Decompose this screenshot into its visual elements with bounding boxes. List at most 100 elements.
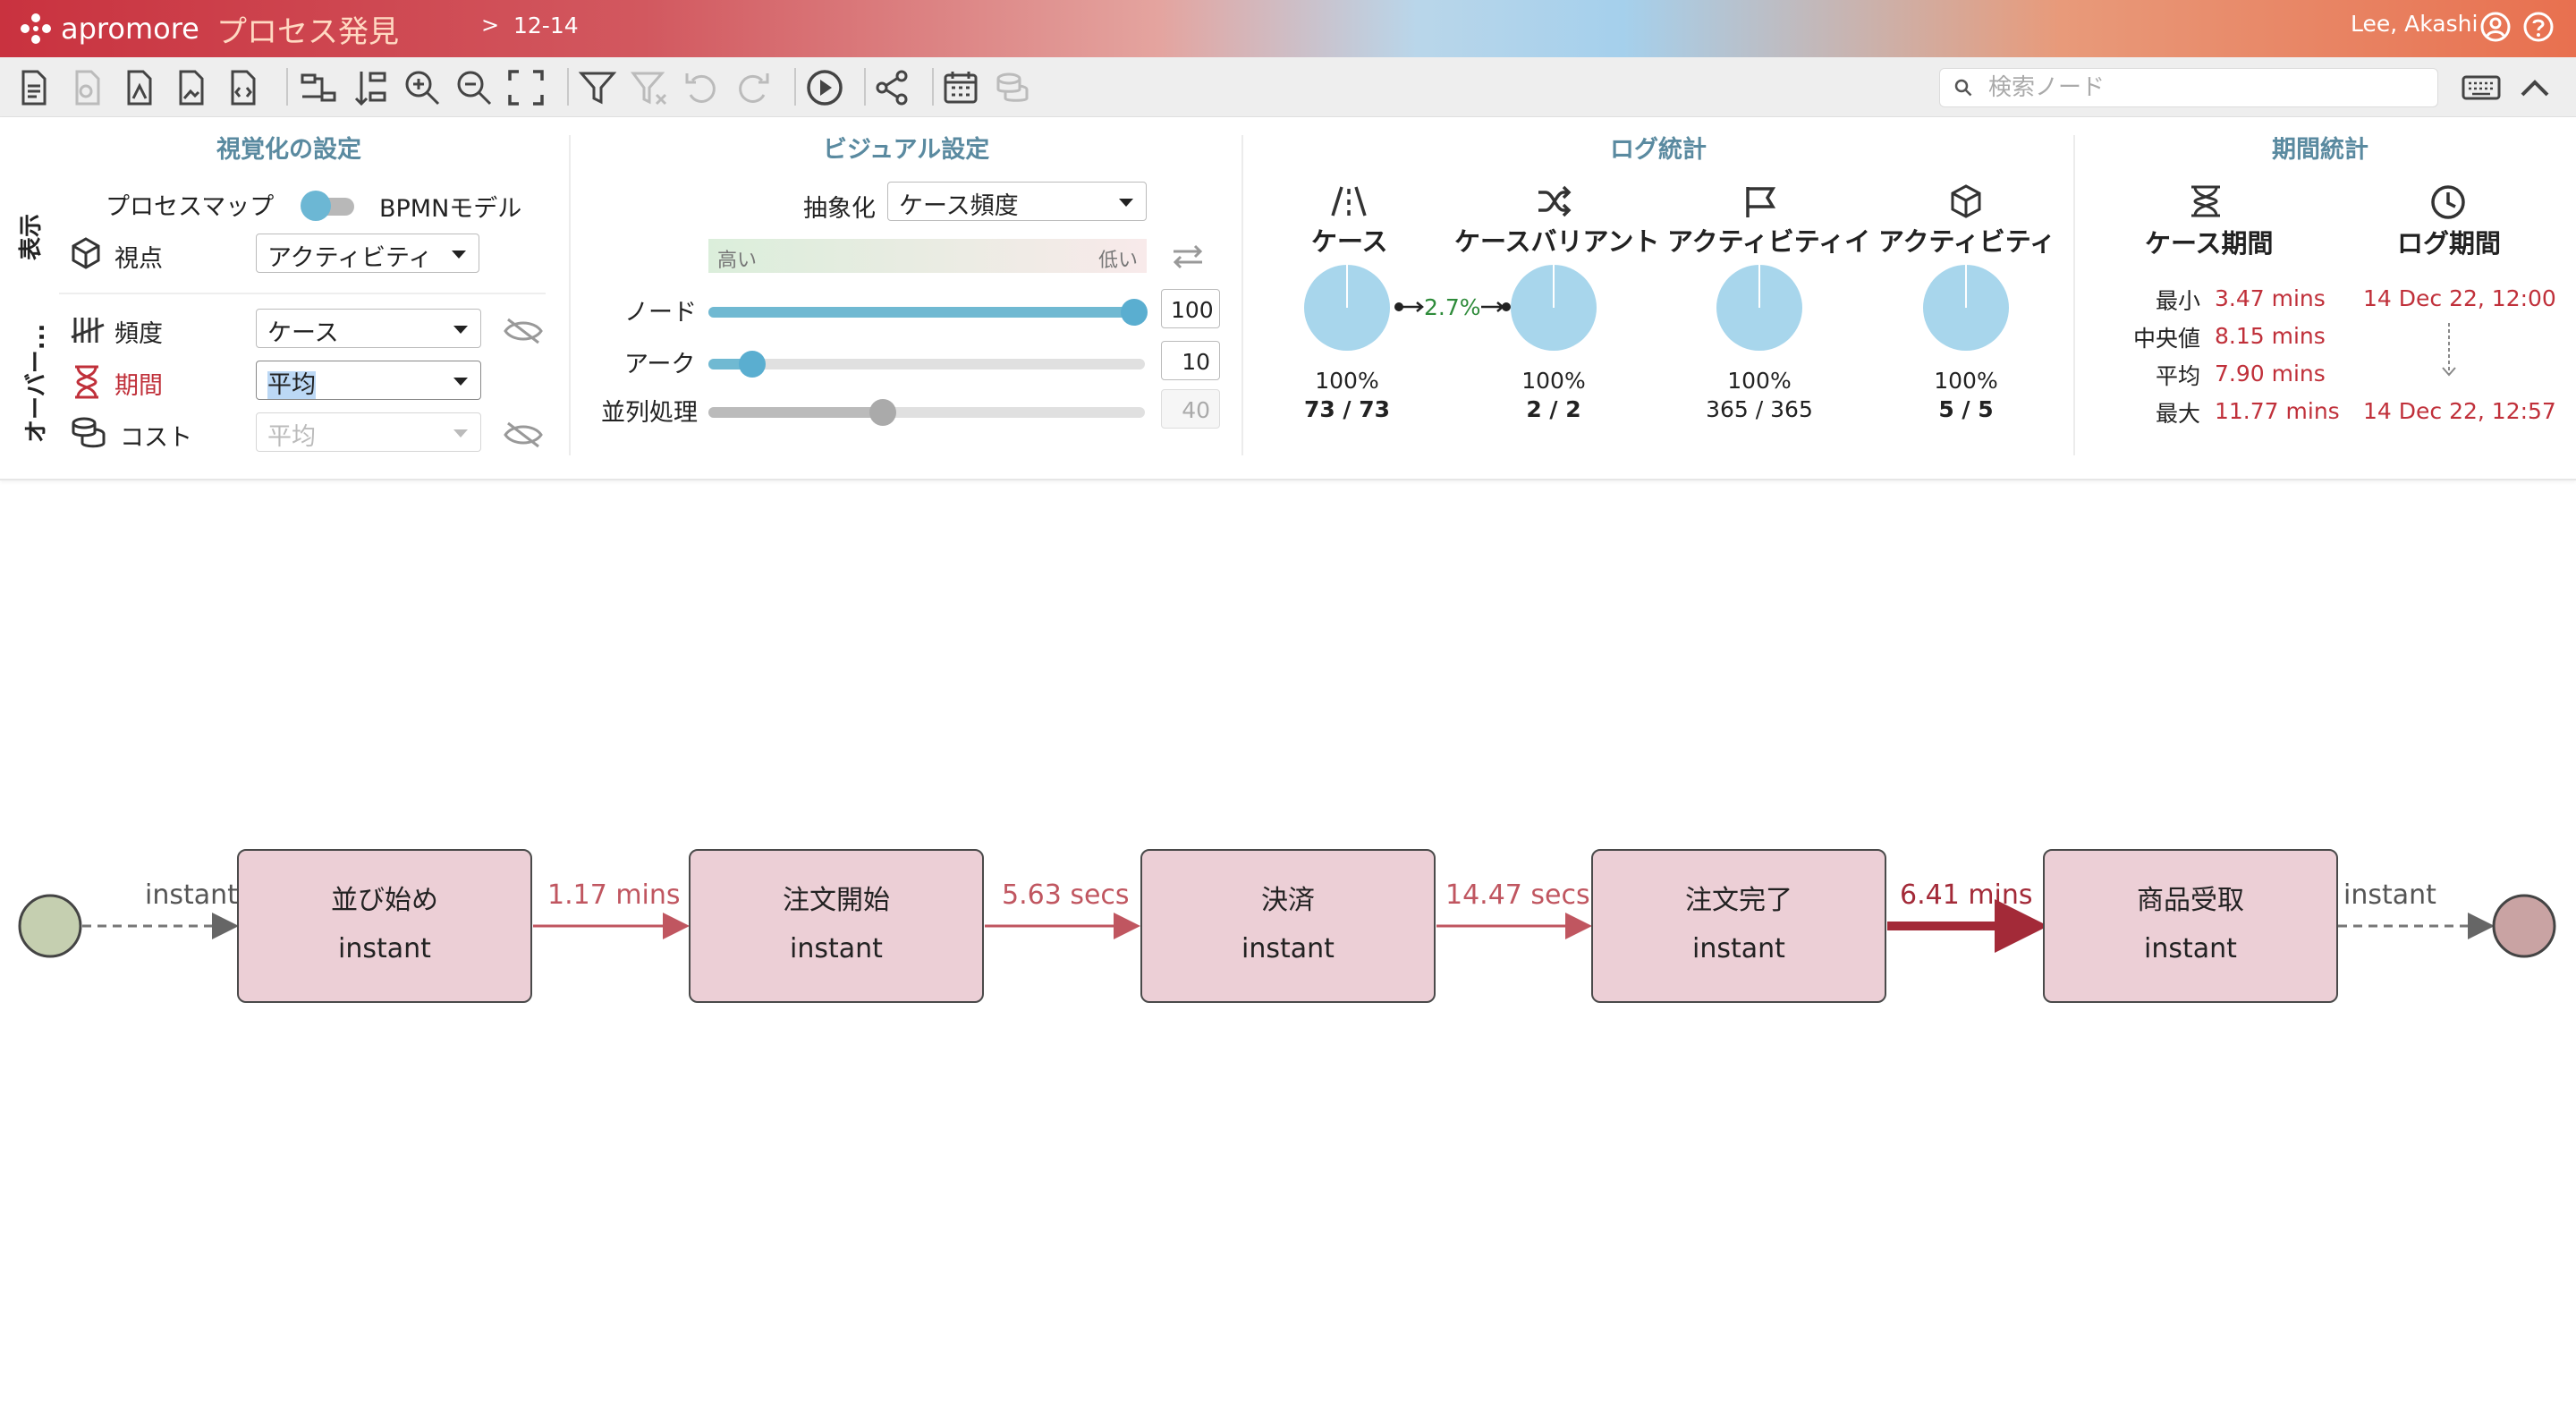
edge-label[interactable]: 14.47 secs [1445,879,1590,911]
activities-count: 5 / 5 [1938,396,1994,422]
median-value: 8.15 mins [2215,323,2326,349]
parallelism-slider-knob[interactable] [869,399,897,426]
gradient-low-label: 低い [1097,250,1138,272]
gradient-high-label: 高い [717,250,758,272]
activity-duration: instant [338,933,431,964]
share-icon[interactable] [873,68,912,107]
layout-vertical-icon[interactable] [351,68,390,107]
activities-percent: 100% [1934,368,1998,394]
frequency-select[interactable]: ケース [256,309,481,348]
calendar-icon[interactable] [941,68,980,107]
help-icon[interactable] [2522,11,2555,43]
zoom-out-icon[interactable] [454,68,494,107]
arc-value-input[interactable]: 10 [1161,341,1220,380]
section-divider [1241,135,1243,455]
play-animation-icon[interactable] [805,68,844,107]
toolbar-divider [932,68,934,106]
clear-filter-icon [630,68,669,107]
case-variants-count: 2 / 2 [1526,396,1581,422]
activity-node[interactable]: 決済 instant [1140,849,1436,1003]
edge-label[interactable]: 1.17 mins [547,879,681,911]
breadcrumb-log-name[interactable]: 12-14 [513,13,579,38]
case-duration-header: ケース期間 [2145,228,2274,259]
log-end-date: 14 Dec 22, 12:57 [2363,398,2556,424]
case-duration-icon [2191,185,2220,217]
node-slider-knob[interactable] [1121,299,1148,326]
activity-node[interactable]: 注文開始 instant [689,849,984,1003]
breadcrumb-separator: > [481,13,500,38]
case-variants-pie-chart [1511,265,1597,351]
undo-icon [682,68,721,107]
mean-value: 7.90 mins [2215,361,2326,386]
frequency-label: 頻度 [114,320,163,348]
activity-node[interactable]: 注文完了 instant [1591,849,1886,1003]
activity-duration: instant [1241,933,1335,964]
user-name[interactable]: Lee, Akashi [2351,11,2478,37]
perspective-select[interactable]: アクティビティ [256,234,479,273]
duration-label: 期間 [114,372,163,400]
edge-label[interactable]: 5.63 secs [1002,879,1130,911]
eye-slash-icon[interactable] [503,420,544,450]
arc-slider[interactable] [708,351,1145,378]
cases-header: ケース [1311,226,1388,257]
node-slider[interactable] [708,299,1148,326]
search-node-box[interactable] [1939,68,2438,107]
toolbar-divider [286,68,288,106]
toolbar-divider [567,68,569,106]
parallelism-value-input: 40 [1161,389,1220,429]
cases-count: 73 / 73 [1303,396,1391,422]
collapse-panel-icon[interactable] [2515,68,2555,107]
edge-label[interactable]: 6.41 mins [1900,879,2033,911]
cases-pie-chart [1304,265,1390,351]
user-icon[interactable] [2479,11,2512,43]
export-svg-icon[interactable] [224,68,263,107]
search-node-input[interactable] [1987,72,2428,103]
node-slider-label: ノード [624,299,697,327]
parallelism-slider-label: 並列処理 [601,399,698,427]
ratio-connector-left [1394,302,1424,312]
activity-instances-count: 365 / 365 [1706,396,1813,422]
bpmn-toggle[interactable] [301,191,358,221]
flag-icon [1746,187,1776,217]
toolbar-divider [794,68,796,106]
activity-node[interactable]: 商品受取 instant [2043,849,2338,1003]
abstraction-select[interactable]: ケース頻度 [887,182,1147,221]
case-variants-header: ケースバリアント [1454,226,1660,257]
cost-label: コスト [120,424,192,452]
activity-name: 注文完了 [1685,885,1792,916]
apromore-logo[interactable]: apromore [18,9,199,48]
redo-icon [733,68,773,107]
log-period-header: ログ期間 [2397,228,2502,259]
start-edge-label[interactable]: instant [145,879,238,911]
activity-node[interactable]: 並び始め instant [237,849,532,1003]
median-label: 中央値 [2132,326,2200,352]
cost-icon [993,68,1032,107]
zoom-in-icon[interactable] [402,68,442,107]
cost-select: 平均 [256,412,481,452]
filter-icon[interactable] [578,68,617,107]
settings-panel: 視覚化の設定 表示 オーバー... プロセスマップ BPMNモデル 視点 アクテ… [0,117,2576,480]
abstraction-label: 抽象化 [803,195,876,223]
duration-select[interactable]: 平均 [256,361,481,400]
toolbar-divider [864,68,866,106]
arc-slider-knob[interactable] [738,351,766,378]
duration-value: 平均 [267,371,316,399]
swap-icon[interactable] [1170,242,1206,269]
export-png-icon[interactable] [172,68,211,107]
cases-percent: 100% [1315,368,1379,394]
layout-horizontal-icon[interactable] [299,68,338,107]
coins-icon [72,417,106,448]
fit-screen-icon[interactable] [506,68,546,107]
node-value-input[interactable]: 100 [1161,289,1220,328]
keyboard-icon[interactable] [2462,68,2501,107]
frequency-icon [71,318,105,343]
process-map-canvas[interactable]: instant instant 並び始め instant 1.17 mins 注… [0,480,2576,1410]
export-bpmn-icon[interactable] [14,68,54,107]
variant-ratio: 2.7% [1424,294,1481,320]
parallelism-slider[interactable] [708,399,1145,426]
ratio-connector-right [1481,302,1511,312]
brand-name: apromore [61,12,199,46]
eye-slash-icon[interactable] [503,316,544,346]
export-pdf-icon[interactable] [120,68,159,107]
end-edge-label[interactable]: instant [2343,879,2436,911]
